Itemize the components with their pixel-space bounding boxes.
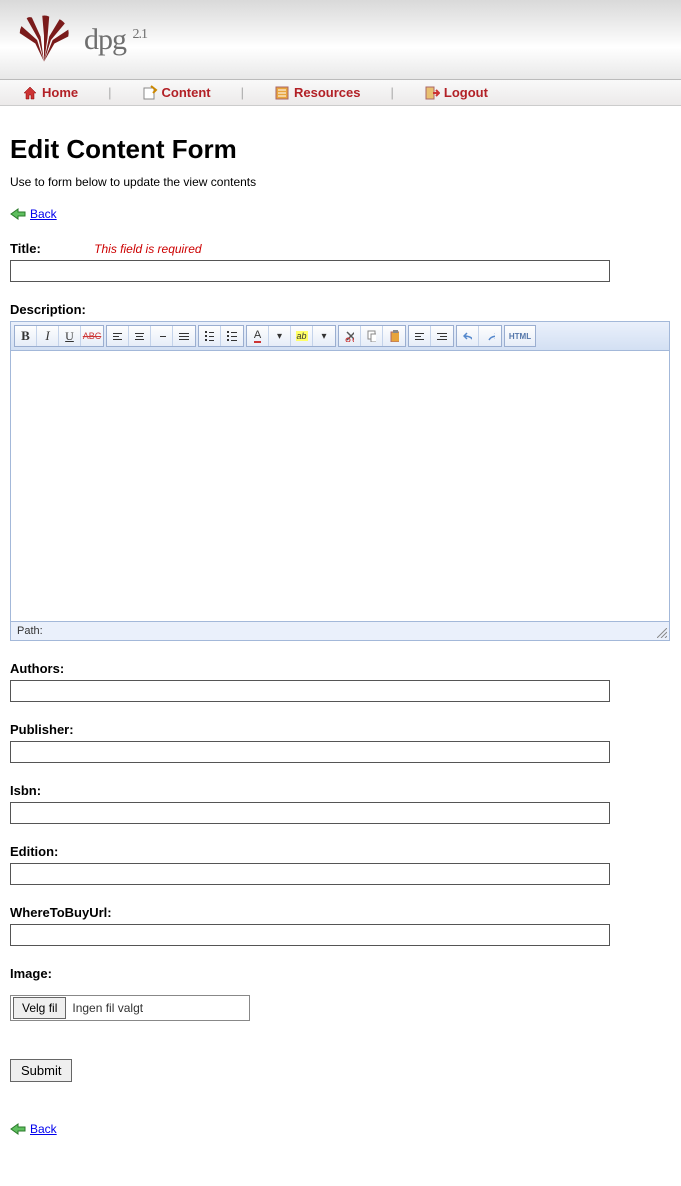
indent-button[interactable] xyxy=(431,326,453,346)
field-description: Description: B I U ABC xyxy=(10,302,671,641)
edition-input[interactable] xyxy=(10,863,610,885)
align-justify-button[interactable] xyxy=(173,326,195,346)
underline-button[interactable]: U xyxy=(59,326,81,346)
nav-logout-label: Logout xyxy=(444,85,488,100)
page-title: Edit Content Form xyxy=(10,134,671,165)
text-color-button[interactable]: A xyxy=(247,326,269,346)
italic-button[interactable]: I xyxy=(37,326,59,346)
back-link-bottom[interactable]: Back xyxy=(10,1122,57,1136)
logo-text: dpg 2.1 xyxy=(84,23,147,57)
title-label: Title: xyxy=(10,241,41,256)
title-input[interactable] xyxy=(10,260,610,282)
rich-text-editor: B I U ABC A ▾ ab xyxy=(10,321,670,641)
resize-handle-icon[interactable] xyxy=(657,628,667,638)
highlight-button[interactable]: ab xyxy=(291,326,313,346)
paste-button[interactable] xyxy=(383,326,405,346)
logo-icon xyxy=(18,14,70,66)
title-error: This field is required xyxy=(94,242,201,256)
align-right-button[interactable] xyxy=(151,326,173,346)
image-label: Image: xyxy=(10,966,52,981)
nav-logout[interactable]: Logout xyxy=(412,85,500,101)
dropdown-icon[interactable]: ▾ xyxy=(269,326,291,346)
undo-icon xyxy=(463,330,472,342)
unordered-list-button[interactable] xyxy=(199,326,221,346)
back-arrow-icon xyxy=(10,208,26,220)
resources-icon xyxy=(274,85,290,101)
nav-content-label: Content xyxy=(162,85,211,100)
editor-toolbar: B I U ABC A ▾ ab xyxy=(11,322,669,351)
content-icon xyxy=(142,85,158,101)
bold-button[interactable]: B xyxy=(15,326,37,346)
main-content: Edit Content Form Use to form below to u… xyxy=(0,106,681,1186)
nav-separator: | xyxy=(90,85,129,100)
undo-button[interactable] xyxy=(457,326,479,346)
field-publisher: Publisher: xyxy=(10,722,671,763)
home-icon xyxy=(22,85,38,101)
align-left-button[interactable] xyxy=(107,326,129,346)
cut-button[interactable] xyxy=(339,326,361,346)
field-title: Title: This field is required xyxy=(10,241,671,282)
nav-resources-label: Resources xyxy=(294,85,360,100)
back-link-label: Back xyxy=(30,1122,57,1136)
ordered-list-button[interactable] xyxy=(221,326,243,346)
editor-textarea[interactable] xyxy=(11,351,669,621)
redo-button[interactable] xyxy=(479,326,501,346)
isbn-label: Isbn: xyxy=(10,783,41,798)
file-input-row[interactable]: Velg fil Ingen fil valgt xyxy=(10,995,250,1021)
nav-separator: | xyxy=(223,85,262,100)
editor-path-label: Path: xyxy=(17,625,43,637)
navbar: Home | Content | Resources | Logout xyxy=(0,80,681,106)
nav-home[interactable]: Home xyxy=(10,85,90,101)
back-arrow-icon xyxy=(10,1123,26,1135)
wtb-input[interactable] xyxy=(10,924,610,946)
back-link-top[interactable]: Back xyxy=(10,207,57,221)
dropdown-icon[interactable]: ▾ xyxy=(313,326,335,346)
file-status-text: Ingen fil valgt xyxy=(68,1001,143,1015)
isbn-input[interactable] xyxy=(10,802,610,824)
publisher-label: Publisher: xyxy=(10,722,74,737)
page-intro: Use to form below to update the view con… xyxy=(10,175,671,189)
copy-icon xyxy=(367,330,376,342)
field-isbn: Isbn: xyxy=(10,783,671,824)
nav-separator: | xyxy=(373,85,412,100)
description-label: Description: xyxy=(10,302,86,317)
strikethrough-button[interactable]: ABC xyxy=(81,326,103,346)
nav-home-label: Home xyxy=(42,85,78,100)
edition-label: Edition: xyxy=(10,844,58,859)
field-edition: Edition: xyxy=(10,844,671,885)
choose-file-button[interactable]: Velg fil xyxy=(13,997,66,1019)
paste-icon xyxy=(389,330,399,342)
nav-content[interactable]: Content xyxy=(130,85,223,101)
redo-icon xyxy=(485,330,495,342)
html-source-button[interactable]: HTML xyxy=(505,326,535,346)
nav-resources[interactable]: Resources xyxy=(262,85,372,101)
outdent-button[interactable] xyxy=(409,326,431,346)
scissors-icon xyxy=(345,330,354,342)
copy-button[interactable] xyxy=(361,326,383,346)
align-center-button[interactable] xyxy=(129,326,151,346)
logout-icon xyxy=(424,85,440,101)
app-header: dpg 2.1 xyxy=(0,0,681,80)
authors-label: Authors: xyxy=(10,661,64,676)
field-authors: Authors: xyxy=(10,661,671,702)
back-link-label: Back xyxy=(30,207,57,221)
wtb-label: WhereToBuyUrl: xyxy=(10,905,112,920)
submit-button[interactable]: Submit xyxy=(10,1059,72,1082)
field-image: Image: Velg fil Ingen fil valgt xyxy=(10,966,671,1021)
field-wheretobuyurl: WhereToBuyUrl: xyxy=(10,905,671,946)
editor-path-bar: Path: xyxy=(11,621,669,640)
publisher-input[interactable] xyxy=(10,741,610,763)
authors-input[interactable] xyxy=(10,680,610,702)
